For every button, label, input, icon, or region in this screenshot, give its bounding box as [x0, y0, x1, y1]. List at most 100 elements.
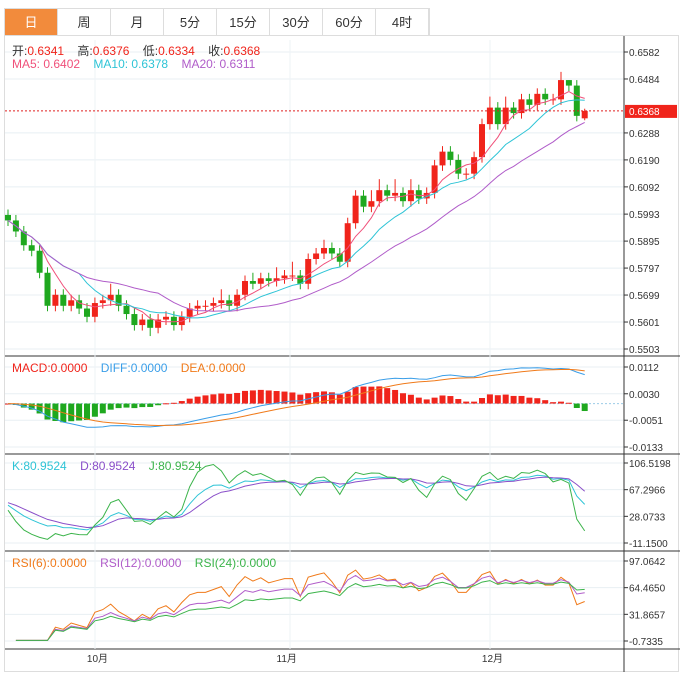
macd-bar [210, 394, 217, 404]
macd-bar [257, 389, 264, 404]
candle-body [139, 319, 146, 326]
macd-bar [510, 395, 517, 404]
axis-tick-label: 0.6190 [629, 156, 660, 167]
macd-bar [455, 399, 462, 404]
candle-body [384, 190, 391, 196]
candle [407, 179, 414, 207]
candle [447, 146, 454, 166]
candle-body [170, 316, 177, 326]
candle-body [415, 190, 422, 199]
macd-bar [131, 403, 138, 409]
macd-bar [479, 398, 485, 404]
candle [281, 270, 288, 284]
candle-body [265, 278, 272, 282]
macd-bar [550, 402, 557, 404]
candle [5, 209, 11, 226]
x-axis-label: 11月 [277, 653, 297, 665]
candle-body [281, 275, 288, 279]
candle [463, 168, 470, 180]
macd-bar [526, 397, 533, 404]
rsi-legend: RSI(6):0.0000 RSI(12):0.0000 RSI(24):0.0… [12, 556, 286, 570]
macd-bar [194, 396, 201, 404]
candle-body [376, 190, 383, 202]
candle-body [542, 93, 549, 100]
chart-canvas[interactable]: 0.6582 0.6484 0.6288 0.6190 0.6092 0.5993 0.58… [0, 0, 685, 677]
candle-body [163, 316, 169, 320]
ma10-value: MA10: 0.6378 [93, 57, 169, 71]
candle [534, 88, 541, 111]
candle-body [471, 157, 478, 174]
macd-bar [360, 386, 367, 404]
candle [147, 314, 154, 337]
candle-body [352, 195, 359, 224]
macd-bar [297, 394, 304, 404]
candle [313, 247, 320, 265]
candle-body [194, 305, 201, 309]
axis-tick-label: -11.1500 [629, 539, 668, 550]
macd-bar [186, 398, 193, 404]
candle [565, 80, 572, 92]
ma-legend: MA5: 0.6402 MA10: 0.6378 MA20: 0.6311 [12, 57, 265, 71]
candle-body [400, 192, 406, 202]
macd-bar [431, 397, 438, 404]
high-value: 0.6376 [92, 44, 130, 58]
candle [155, 314, 162, 334]
candle [328, 242, 335, 259]
macd-bar [289, 392, 296, 404]
rsi12-value: RSI(12):0.0000 [100, 556, 182, 570]
rsi24-value: RSI(24):0.0000 [194, 556, 277, 570]
candle-body [360, 195, 367, 207]
axis-tick-label: 0.6092 [629, 183, 660, 194]
macd-bar [494, 395, 501, 404]
axis-tick-label: 31.8657 [629, 610, 666, 621]
kdj-legend: K:80.9524 D:80.9524 J:80.9524 [12, 459, 212, 473]
d-value: D:80.9524 [80, 459, 136, 473]
candle-body [91, 303, 98, 317]
candle [336, 247, 343, 268]
axis-tick-label: -0.0051 [629, 416, 663, 427]
candle [76, 294, 83, 315]
candle-body [494, 107, 501, 125]
candle [360, 190, 367, 213]
candle-body [28, 245, 35, 251]
candle-body [368, 201, 375, 207]
candle-body [321, 247, 327, 254]
macd-bar [486, 394, 493, 404]
candle-body [526, 99, 533, 105]
candle-body [36, 250, 43, 273]
candle-body [257, 278, 264, 284]
macd-bar [400, 393, 406, 404]
candle-body [99, 300, 106, 304]
candle-body [581, 110, 588, 119]
macd-bar [202, 395, 209, 404]
macd-bar [218, 393, 225, 404]
candle-body [249, 281, 256, 284]
axis-tick-label: 0.6582 [629, 48, 660, 59]
candle [20, 225, 27, 251]
candle-body [439, 151, 446, 166]
macd-bar [518, 395, 525, 404]
macd-bar [163, 403, 169, 405]
candle [60, 289, 67, 312]
axis-tick-label: 97.0642 [629, 557, 666, 568]
macd-bar [415, 397, 422, 404]
macd-bar [471, 401, 478, 404]
candle-body [242, 281, 248, 295]
candle-body [44, 272, 51, 306]
candle [344, 217, 351, 268]
x-axis-label: 10月 [87, 653, 108, 665]
k-value: K:80.9524 [12, 459, 67, 473]
macd-bar [423, 399, 430, 404]
candle [202, 300, 209, 312]
macd-bar [407, 394, 414, 404]
macd-bar [558, 401, 564, 404]
macd-bar [178, 401, 185, 404]
rsi6-value: RSI(6):0.0000 [12, 556, 87, 570]
macd-bar [392, 389, 399, 404]
candle [510, 102, 517, 119]
candle-body [455, 159, 462, 174]
candle [91, 297, 98, 323]
candle [186, 303, 193, 323]
candle [558, 71, 564, 105]
candle [44, 267, 51, 312]
